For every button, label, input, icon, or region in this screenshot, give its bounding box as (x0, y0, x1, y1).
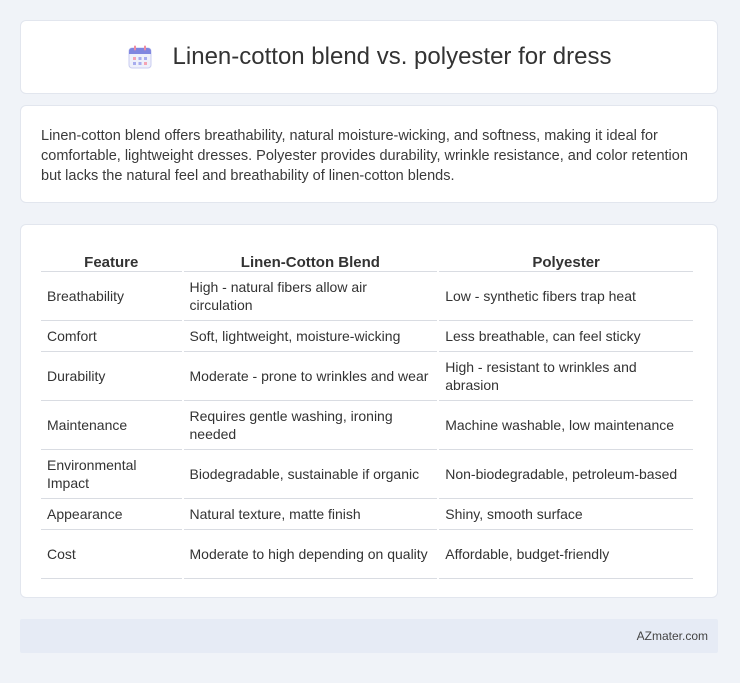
feature-cell: Maintenance (41, 401, 182, 450)
linen-cotton-cell: High - natural fibers allow air circulat… (183, 272, 438, 321)
comparison-card: Feature Linen-Cotton Blend Polyester Bre… (20, 224, 718, 598)
table-row: Environmental Impact Biodegradable, sust… (41, 450, 693, 499)
column-header-feature: Feature (41, 245, 182, 272)
polyester-cell: Less breathable, can feel sticky (439, 321, 693, 352)
feature-cell: Breathability (41, 272, 182, 321)
column-header-polyester: Polyester (439, 245, 693, 272)
page-title: Linen-cotton blend vs. polyester for dre… (172, 43, 612, 70)
linen-cotton-cell: Natural texture, matte finish (183, 499, 438, 530)
feature-cell: Comfort (41, 321, 182, 352)
title-card: Linen-cotton blend vs. polyester for dre… (20, 20, 718, 94)
footer: AZmater.com (20, 619, 718, 653)
comparison-table: Feature Linen-Cotton Blend Polyester Bre… (39, 245, 695, 579)
polyester-cell: High - resistant to wrinkles and abrasio… (439, 352, 693, 401)
polyester-cell: Low - synthetic fibers trap heat (439, 272, 693, 321)
polyester-cell: Shiny, smooth surface (439, 499, 693, 530)
table-row: Durability Moderate - prone to wrinkles … (41, 352, 693, 401)
table-row: Cost Moderate to high depending on quali… (41, 530, 693, 579)
polyester-cell: Affordable, budget-friendly (439, 530, 693, 579)
linen-cotton-cell: Biodegradable, sustainable if organic (183, 450, 438, 499)
linen-cotton-cell: Moderate - prone to wrinkles and wear (183, 352, 438, 401)
feature-cell: Durability (41, 352, 182, 401)
table-row: Maintenance Requires gentle washing, iro… (41, 401, 693, 450)
description-text: Linen-cotton blend offers breathability,… (41, 128, 688, 184)
linen-cotton-cell: Requires gentle washing, ironing needed (183, 401, 438, 450)
feature-cell: Environmental Impact (41, 450, 182, 499)
linen-cotton-cell: Moderate to high depending on quality (183, 530, 438, 579)
table-header-row: Feature Linen-Cotton Blend Polyester (41, 245, 693, 272)
feature-cell: Cost (41, 530, 182, 579)
description-card: Linen-cotton blend offers breathability,… (20, 105, 718, 203)
feature-cell: Appearance (41, 499, 182, 530)
footer-brand-link[interactable]: AZmater.com (637, 629, 708, 643)
polyester-cell: Non-biodegradable, petroleum-based (439, 450, 693, 499)
linen-cotton-cell: Soft, lightweight, moisture-wicking (183, 321, 438, 352)
column-header-linen-cotton: Linen-Cotton Blend (183, 245, 438, 272)
polyester-cell: Machine washable, low maintenance (439, 401, 693, 450)
table-row: Breathability High - natural fibers allo… (41, 272, 693, 321)
calendar-icon (127, 44, 153, 70)
table-row: Appearance Natural texture, matte finish… (41, 499, 693, 530)
table-row: Comfort Soft, lightweight, moisture-wick… (41, 321, 693, 352)
